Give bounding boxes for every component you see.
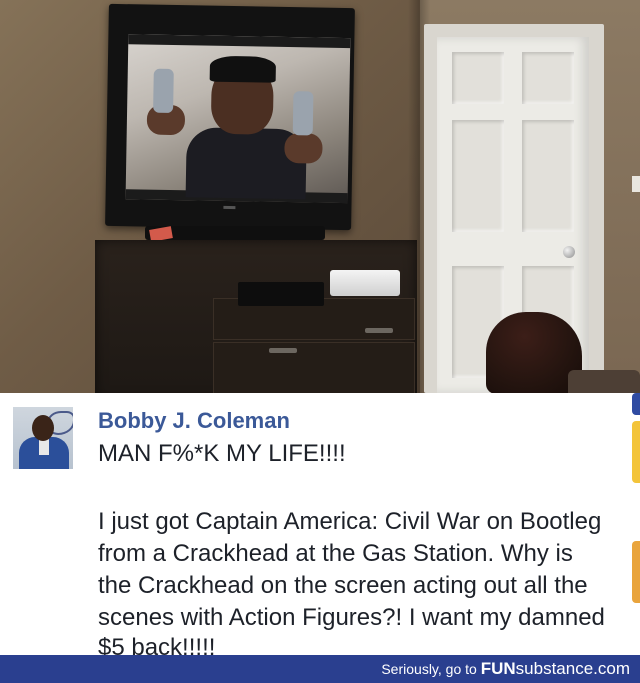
edge-tab-yellow [632, 421, 640, 483]
avatar-head [32, 415, 54, 441]
edge-tab-orange [632, 541, 640, 603]
edge-tab-blue [632, 393, 640, 415]
door-panel [522, 52, 574, 104]
tv-logo [223, 205, 236, 210]
action-figure-left [153, 68, 174, 114]
screen-person-hand-right [284, 132, 323, 164]
door-panel [452, 120, 504, 232]
post-photo [0, 0, 640, 393]
post-text-line: from a Crackhead at the Gas Station. Why… [98, 540, 573, 567]
drawer-handle [365, 328, 393, 333]
light-switch [632, 176, 640, 192]
door-knob [563, 246, 575, 258]
post-text-line: MAN F%*K MY LIFE!!!! [98, 440, 346, 467]
watermark-brand-rest: substance.com [515, 659, 630, 678]
floor-object [568, 370, 640, 393]
post-text-line: scenes with Action Figures?! I want my d… [98, 604, 605, 631]
tv-screen [125, 34, 351, 204]
door-panel [522, 120, 574, 232]
watermark-bar: Seriously, go to FUNsubstance.com [0, 655, 640, 683]
game-console-white [330, 270, 400, 296]
post-text-line: the Crackhead on the screen acting out a… [98, 572, 588, 599]
watermark-text: Seriously, go to FUNsubstance.com [381, 659, 630, 679]
television [105, 3, 355, 231]
author-name-link[interactable]: Bobby J. Coleman [98, 408, 290, 434]
dresser [95, 240, 417, 393]
letterbox-bar-top [128, 34, 351, 49]
screen-person-hat [209, 55, 277, 83]
profile-photo[interactable] [13, 407, 73, 469]
action-figure-right [292, 91, 314, 136]
post-text-line: $5 back!!!!! [98, 634, 216, 655]
watermark-prefix: Seriously, go to [381, 661, 481, 677]
watermark-brand-fun: FUN [480, 659, 516, 678]
facebook-post: Bobby J. Coleman MAN F%*K MY LIFE!!!! I … [0, 393, 640, 655]
game-console-dark [238, 282, 324, 306]
dresser-drawer [213, 342, 415, 393]
door-panel [452, 52, 504, 104]
post-text-line: I just got Captain America: Civil War on… [98, 508, 602, 535]
drawer-handle [269, 348, 297, 353]
